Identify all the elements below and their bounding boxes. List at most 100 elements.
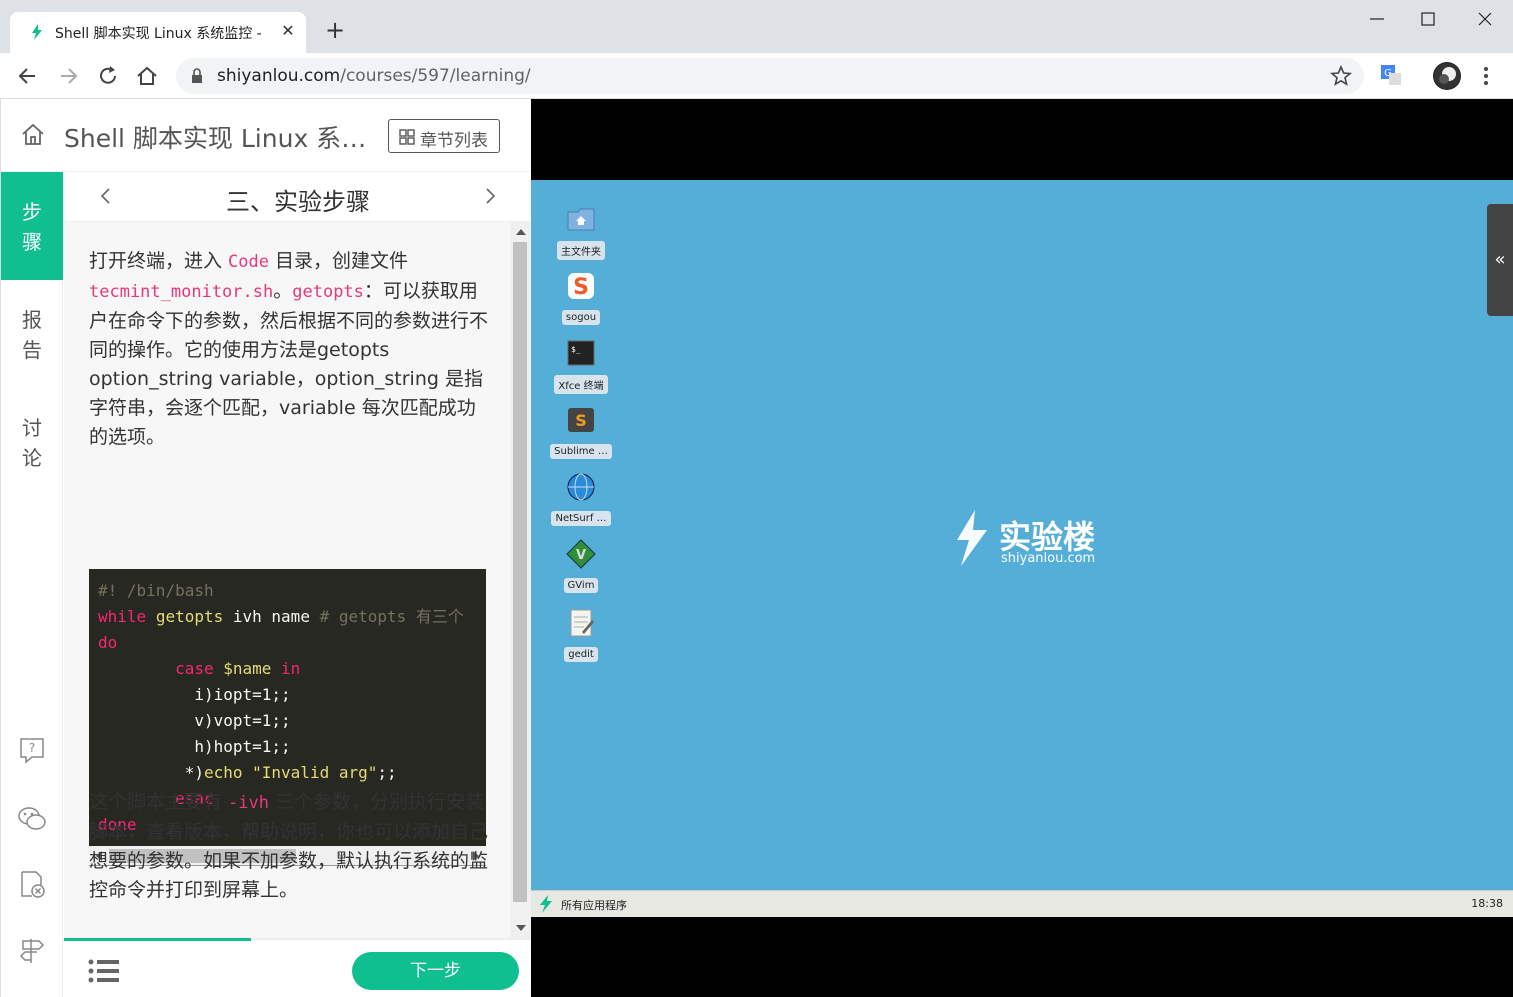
scroll-up-icon[interactable] — [516, 228, 526, 236]
folder-icon — [567, 208, 595, 231]
desktop-icon-label: 主文件夹 — [557, 241, 605, 260]
scroll-down-icon[interactable] — [516, 924, 526, 932]
url-host: shiyanlou.com — [217, 66, 341, 86]
svg-text:$_: $_ — [571, 345, 581, 354]
browser-menu-icon[interactable] — [1478, 65, 1494, 87]
step-title: 三、实验步骤 — [226, 188, 370, 216]
desktop-icon-sogou[interactable]: S sogou — [550, 271, 612, 325]
chapter-list-button[interactable]: 章节列表 — [388, 119, 500, 153]
code-token: getopts — [155, 607, 224, 626]
desktop-icon-label: NetSurf … — [551, 511, 611, 526]
step-content: 打开终端，进入 Code 目录，创建文件 tecmint_monitor.sh。… — [64, 222, 510, 938]
desktop-icon-label: Sublime … — [550, 444, 612, 459]
text-editor-icon — [570, 609, 594, 637]
code-token: ivh name — [223, 607, 320, 626]
desktop-area[interactable]: 主文件夹 S sogou $_ Xfce 终端 S Sublime … NetS… — [531, 180, 1513, 890]
reload-icon[interactable] — [95, 63, 121, 89]
inline-code: -ivh — [228, 793, 269, 813]
desktop-icon-terminal[interactable]: $_ Xfce 终端 — [550, 338, 612, 394]
step-progress-bar — [64, 938, 252, 941]
desktop-icon-label: Xfce 终端 — [554, 375, 608, 394]
maximize-icon[interactable] — [1415, 8, 1441, 30]
tab-title: Shell 脚本实现 Linux 系统监控 - — [55, 26, 262, 42]
signpost-icon[interactable] — [17, 935, 47, 965]
code-line: v)vopt=1;; — [194, 711, 291, 730]
step-paragraph-1: 打开终端，进入 Code 目录，创建文件 tecmint_monitor.sh。… — [89, 247, 489, 452]
wechat-icon[interactable] — [17, 804, 47, 834]
sidenav-item-steps[interactable]: 步骤 — [1, 172, 63, 280]
code-token: in — [281, 659, 301, 678]
code-line: i)iopt=1;; — [194, 685, 291, 704]
home-browser-icon[interactable] — [134, 63, 160, 89]
lesson-panel: Shell 脚本实现 Linux 系统监控 章节列表 步骤 报告 讨论 ? 三、… — [0, 99, 532, 997]
code-token: while — [98, 607, 147, 626]
sublime-icon: S — [568, 408, 594, 432]
back-icon[interactable] — [15, 63, 41, 89]
code-line: do — [98, 633, 118, 652]
tab-close-icon[interactable]: ✕ — [278, 21, 298, 41]
shiyanlou-favicon-icon — [32, 24, 42, 40]
browser-tab[interactable]: Shell 脚本实现 Linux 系统监控 - ✕ — [10, 12, 306, 53]
code-token: $name — [223, 659, 272, 678]
desktop-icon-sublime[interactable]: S Sublime … — [550, 405, 612, 459]
svg-text:S: S — [573, 275, 589, 300]
all-apps-menu[interactable]: 所有应用程序 — [561, 897, 627, 913]
content-scroll-thumb[interactable] — [513, 242, 527, 902]
collapse-panel-button[interactable]: « — [1487, 204, 1513, 316]
shiyanlou-logo-icon — [957, 510, 987, 566]
terminal-icon: $_ — [567, 340, 595, 366]
list-icon[interactable] — [88, 959, 120, 983]
forward-icon[interactable] — [55, 63, 81, 89]
content-vertical-scrollbar[interactable] — [510, 222, 532, 938]
profile-avatar-icon[interactable] — [1433, 62, 1461, 90]
text: 。 — [273, 280, 293, 302]
question-icon[interactable]: ? — [17, 735, 47, 765]
sidenav-item-discuss[interactable]: 讨论 — [1, 388, 63, 496]
address-bar[interactable]: shiyanlou.com/courses/597/learning/ — [176, 58, 1364, 94]
home-icon[interactable] — [20, 121, 46, 147]
apps-menu-icon[interactable] — [539, 895, 553, 913]
next-step-button[interactable]: 下一步 — [352, 952, 519, 990]
remote-desktop-viewer: 主文件夹 S sogou $_ Xfce 终端 S Sublime … NetS… — [531, 99, 1513, 997]
code-token: echo — [203, 763, 243, 782]
chevron-right-icon[interactable] — [480, 186, 500, 206]
bookmark-star-icon[interactable] — [1330, 65, 1352, 87]
browser-toolbar: shiyanlou.com/courses/597/learning/ G — [0, 53, 1513, 99]
desktop-icon-gvim[interactable]: V GVim — [550, 539, 612, 593]
brand-url: shiyanlou.com — [1001, 551, 1096, 566]
sidenav-report-label: 报告 — [22, 308, 42, 362]
code-token: *) — [184, 763, 204, 782]
file-close-icon[interactable] — [17, 869, 47, 899]
chapter-list-label: 章节列表 — [420, 131, 488, 151]
grid-icon — [399, 129, 415, 145]
step-header: 三、实验步骤 — [64, 172, 532, 222]
desktop-icon-label: sogou — [561, 310, 601, 325]
url-path: /courses/597/learning/ — [340, 66, 531, 86]
close-window-icon[interactable] — [1472, 8, 1498, 30]
desktop-icon-gedit[interactable]: gedit — [550, 608, 612, 662]
svg-text:V: V — [576, 548, 586, 563]
browser-tab-strip: Shell 脚本实现 Linux 系统监控 - ✕ + — [0, 0, 1513, 53]
inline-code: getopts — [292, 282, 364, 302]
lock-icon — [192, 68, 202, 83]
code-line: h)hopt=1;; — [194, 737, 291, 756]
panel-header: Shell 脚本实现 Linux 系统监控 章节列表 — [1, 99, 532, 172]
shiyanlou-brand-logo: 实验楼 shiyanlou.com — [951, 508, 1111, 572]
sogou-icon: S — [568, 273, 594, 300]
side-nav: 步骤 报告 讨论 ? — [1, 172, 63, 997]
globe-icon — [567, 473, 595, 501]
code-line: #! /bin/bash — [98, 581, 214, 600]
desktop-icon-home-folder[interactable]: 主文件夹 — [550, 204, 612, 260]
minimize-icon[interactable] — [1364, 8, 1390, 30]
taskbar-clock: 18:38 — [1471, 897, 1503, 910]
step-footer: 下一步 — [64, 938, 532, 997]
desktop-taskbar: 所有应用程序 18:38 — [531, 890, 1513, 917]
translate-icon[interactable]: G — [1380, 64, 1402, 86]
desktop-icon-label: gedit — [564, 647, 598, 662]
new-tab-button[interactable]: + — [323, 18, 347, 42]
desktop-icon-netsurf[interactable]: NetSurf … — [550, 472, 612, 526]
url-text: shiyanlou.com/courses/597/learning/ — [217, 66, 531, 86]
text: ：可以获取用户在命令下的参数，然后根据不同的参数进行不同的操作。它的使用方法是g… — [89, 280, 489, 448]
sidenav-steps-label: 步骤 — [22, 200, 42, 254]
sidenav-item-report[interactable]: 报告 — [1, 280, 63, 388]
